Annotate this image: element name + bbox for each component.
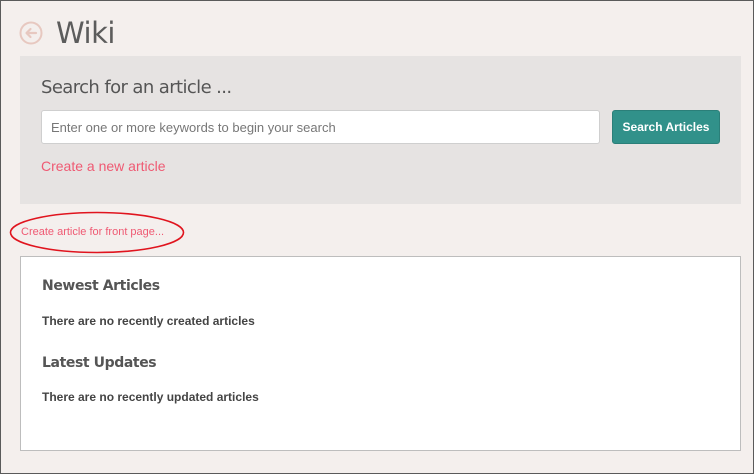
create-front-page-article-link[interactable]: Create article for front page... <box>21 226 164 238</box>
page-title: Wiki <box>56 16 115 50</box>
latest-updates-empty-text: There are no recently updated articles <box>42 390 259 404</box>
circle-arrow-left-icon[interactable] <box>19 21 43 45</box>
create-new-article-link[interactable]: Create a new article <box>41 158 166 174</box>
articles-panel: Newest Articles There are no recently cr… <box>20 256 741 451</box>
page-header: Wiki <box>19 11 115 55</box>
search-input[interactable] <box>41 110 600 144</box>
latest-updates-heading: Latest Updates <box>42 355 157 371</box>
search-articles-button[interactable]: Search Articles <box>612 110 720 144</box>
search-heading: Search for an article ... <box>41 77 232 98</box>
newest-articles-empty-text: There are no recently created articles <box>42 314 255 328</box>
search-panel: Search for an article ... Search Article… <box>20 56 741 204</box>
newest-articles-heading: Newest Articles <box>42 278 160 294</box>
app-frame: Wiki Search for an article ... Search Ar… <box>0 0 754 474</box>
